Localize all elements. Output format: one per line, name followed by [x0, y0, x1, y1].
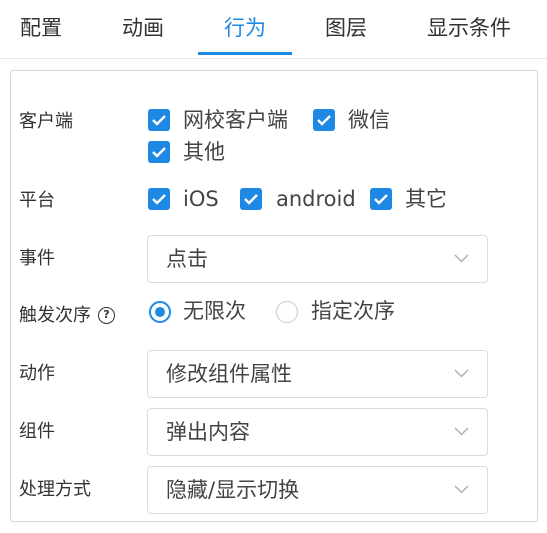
action-label: 动作 [19, 363, 55, 384]
component-label: 组件 [19, 421, 55, 442]
handling-label: 处理方式 [19, 479, 91, 500]
check-icon [152, 194, 166, 205]
handling-select-value: 隐藏/显示切换 [166, 478, 300, 502]
client-label: 客户端 [19, 111, 73, 132]
check-icon [244, 194, 258, 205]
tab-animation[interactable]: 动画 [122, 12, 164, 44]
trigger-order-option-unlimited[interactable]: 无限次 [183, 298, 246, 324]
check-icon [374, 194, 388, 205]
client-checkbox-school[interactable] [148, 109, 170, 131]
active-tab-indicator [198, 52, 292, 55]
trigger-order-option-specified[interactable]: 指定次序 [311, 298, 395, 324]
event-select[interactable]: 点击 [147, 235, 488, 283]
question-circle-icon[interactable]: ? [98, 307, 115, 324]
chevron-down-icon [454, 369, 469, 378]
client-option-wechat[interactable]: 微信 [348, 107, 390, 133]
component-select[interactable]: 弹出内容 [147, 408, 488, 456]
tab-config[interactable]: 配置 [20, 12, 62, 44]
check-icon [152, 115, 166, 126]
chevron-down-icon [454, 485, 469, 494]
action-select[interactable]: 修改组件属性 [147, 350, 488, 398]
client-option-other[interactable]: 其他 [183, 139, 225, 165]
platform-checkbox-android[interactable] [240, 188, 262, 210]
chevron-down-icon [454, 427, 469, 436]
tab-layers[interactable]: 图层 [325, 12, 367, 44]
client-checkbox-other[interactable] [148, 141, 170, 163]
tab-bar: 配置 动画 行为 图层 显示条件 [0, 0, 547, 59]
trigger-order-radio-specified[interactable] [276, 301, 298, 323]
event-label: 事件 [19, 248, 55, 269]
action-select-value: 修改组件属性 [166, 362, 292, 386]
event-select-value: 点击 [166, 247, 208, 271]
check-icon [317, 115, 331, 126]
handling-select[interactable]: 隐藏/显示切换 [147, 466, 488, 514]
chevron-down-icon [454, 254, 469, 263]
check-icon [152, 147, 166, 158]
platform-label: 平台 [19, 190, 55, 211]
platform-option-other[interactable]: 其它 [405, 186, 447, 212]
client-option-school[interactable]: 网校客户端 [183, 107, 288, 133]
platform-option-android[interactable]: android [276, 186, 356, 212]
platform-checkbox-other[interactable] [370, 188, 392, 210]
trigger-order-label: 触发次序 [19, 305, 91, 326]
client-checkbox-wechat[interactable] [313, 109, 335, 131]
platform-option-ios[interactable]: iOS [183, 186, 219, 212]
tab-behavior[interactable]: 行为 [224, 12, 266, 44]
platform-checkbox-ios[interactable] [148, 188, 170, 210]
tab-display-conditions[interactable]: 显示条件 [427, 12, 511, 44]
component-select-value: 弹出内容 [166, 420, 250, 444]
trigger-order-radio-unlimited[interactable] [149, 301, 171, 323]
